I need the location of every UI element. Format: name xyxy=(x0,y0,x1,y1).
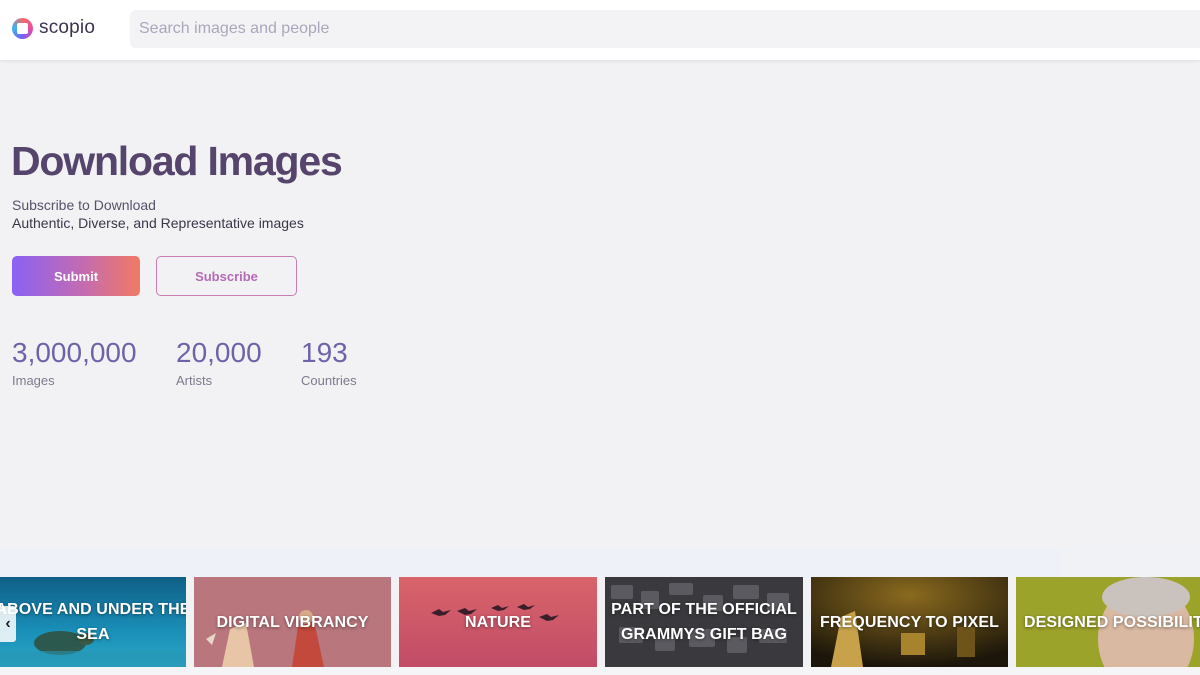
stat-label: Images xyxy=(12,373,55,388)
category-label: ABOVE AND UNDER THE SEA xyxy=(0,601,186,643)
stat-value: 3,000,000 xyxy=(12,337,137,368)
category-card-designed-possibilities[interactable]: DESIGNED POSSIBILITIES xyxy=(1016,577,1200,667)
category-card-frequency-to-pixel[interactable]: FREQUENCY TO PIXEL xyxy=(811,577,1008,667)
stat-label: Countries xyxy=(301,373,357,388)
search-input[interactable] xyxy=(130,10,1200,48)
category-card-digital-vibrancy[interactable]: DIGITAL VIBRANCY xyxy=(194,577,391,667)
section-divider-band-right xyxy=(1062,548,1200,578)
top-header: scopio xyxy=(0,0,1200,60)
stat-value: 20,000 xyxy=(176,337,262,368)
page-title: Download Images xyxy=(11,138,343,184)
bottom-strip xyxy=(0,667,1200,675)
stat-value: 193 xyxy=(301,337,348,368)
stat-countries: 193 Countries xyxy=(301,336,357,388)
scopio-logo-icon xyxy=(12,17,33,39)
category-label: PART OF THE OFFICIAL GRAMMYS GIFT BAG xyxy=(611,601,797,643)
category-label: NATURE xyxy=(464,613,532,631)
category-label: FREQUENCY TO PIXEL xyxy=(819,613,1000,631)
section-divider-band xyxy=(0,548,1062,578)
category-card-grammys[interactable]: PART OF THE OFFICIAL GRAMMYS GIFT BAG xyxy=(605,577,803,667)
subtitle-subscribe: Subscribe to Download xyxy=(12,197,156,213)
submit-button[interactable]: Submit xyxy=(12,256,140,296)
category-card-nature[interactable]: NATURE xyxy=(399,577,597,667)
category-label: DIGITAL VIBRANCY xyxy=(216,613,369,631)
stat-artists: 20,000 Artists xyxy=(176,336,262,388)
category-card-sea[interactable]: ABOVE AND UNDER THE SEA xyxy=(0,577,186,667)
subtitle-description: Authentic, Diverse, and Representative i… xyxy=(12,215,304,231)
category-label: DESIGNED POSSIBILITIES xyxy=(1024,613,1200,631)
subscribe-button[interactable]: Subscribe xyxy=(156,256,297,296)
chevron-left-icon[interactable]: ‹ xyxy=(0,606,16,642)
category-carousel: ABOVE AND UNDER THE SEA DIGITAL VIBRANCY xyxy=(0,577,1200,667)
stat-images: 3,000,000 Images xyxy=(12,336,137,388)
stat-label: Artists xyxy=(176,373,213,388)
scopio-logo[interactable]: scopio xyxy=(12,17,95,39)
logo-text: scopio xyxy=(39,17,96,38)
